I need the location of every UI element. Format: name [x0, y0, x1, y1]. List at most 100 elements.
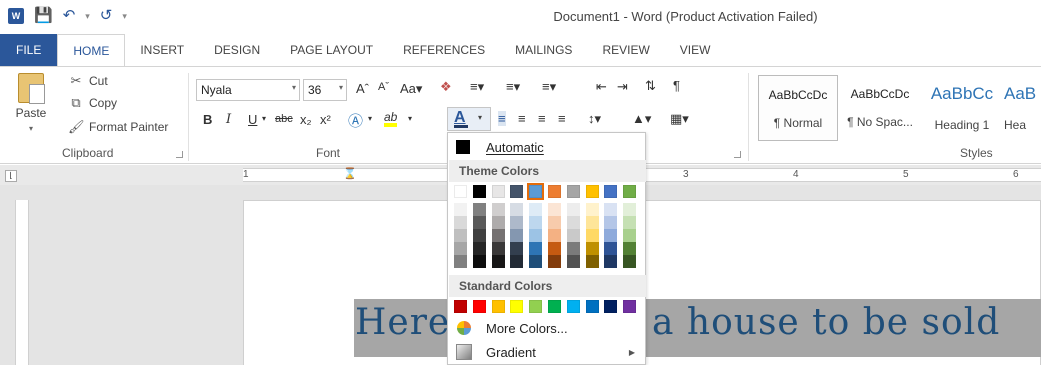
align-center-icon[interactable]: ≡	[518, 111, 526, 126]
tab-page-layout[interactable]: PAGE LAYOUT	[275, 34, 388, 66]
theme-shade-swatch[interactable]	[623, 229, 637, 242]
cut-button[interactable]: ✂ Cut	[68, 73, 108, 89]
sort-icon[interactable]: ⇅	[645, 78, 656, 94]
theme-shade-swatch[interactable]	[548, 229, 561, 242]
tab-review[interactable]: REVIEW	[587, 34, 664, 66]
standard-color-swatch[interactable]	[491, 300, 505, 313]
standard-color-swatch[interactable]	[585, 300, 599, 313]
theme-shade-swatch[interactable]	[472, 216, 486, 229]
standard-color-swatch[interactable]	[548, 300, 561, 313]
theme-shade-swatch[interactable]	[623, 203, 637, 216]
theme-shade-swatch[interactable]	[454, 242, 467, 255]
chevron-down-icon[interactable]: ▾	[29, 124, 33, 133]
theme-color-swatch[interactable]	[491, 185, 505, 198]
clear-formatting-icon[interactable]: ❖	[440, 79, 452, 95]
theme-shade-swatch[interactable]	[491, 255, 505, 268]
theme-shade-swatch[interactable]	[548, 216, 561, 229]
highlight-color-icon[interactable]: ab	[384, 111, 398, 127]
chevron-down-icon[interactable]: ▾	[408, 114, 412, 123]
theme-shade-swatch[interactable]	[604, 242, 618, 255]
strikethrough-icon[interactable]: abc	[275, 113, 293, 125]
theme-shade-swatch[interactable]	[604, 203, 618, 216]
standard-color-swatch[interactable]	[454, 300, 467, 313]
numbering-icon[interactable]: ≡▾	[506, 79, 520, 95]
theme-shade-swatch[interactable]	[454, 255, 467, 268]
theme-color-swatch[interactable]	[527, 183, 545, 200]
theme-shade-swatch[interactable]	[529, 216, 543, 229]
theme-color-swatch[interactable]	[548, 185, 561, 198]
theme-shade-swatch[interactable]	[472, 203, 486, 216]
paste-button[interactable]: Paste ▾	[14, 73, 48, 145]
theme-shade-swatch[interactable]	[491, 203, 505, 216]
standard-color-swatch[interactable]	[566, 300, 580, 313]
theme-shade-swatch[interactable]	[566, 255, 580, 268]
tab-mailings[interactable]: MAILINGS	[500, 34, 587, 66]
theme-shade-swatch[interactable]	[566, 203, 580, 216]
copy-button[interactable]: ⧉ Copy	[68, 95, 117, 111]
text-effects-icon[interactable]: Ⓐ	[348, 110, 363, 131]
gradient-option[interactable]: Gradient ▶	[448, 340, 645, 364]
automatic-color-option[interactable]: Automatic	[448, 135, 645, 159]
standard-color-swatch[interactable]	[604, 300, 618, 313]
font-name-select[interactable]: Nyala ▾	[196, 79, 300, 101]
theme-shade-swatch[interactable]	[548, 203, 561, 216]
theme-shade-swatch[interactable]	[585, 229, 599, 242]
font-size-select[interactable]: 36 ▾	[303, 79, 347, 101]
theme-shade-swatch[interactable]	[585, 216, 599, 229]
format-painter-button[interactable]: 🖌 Format Painter	[68, 119, 168, 135]
theme-shade-swatch[interactable]	[529, 242, 543, 255]
theme-shade-swatch[interactable]	[472, 242, 486, 255]
tab-home[interactable]: HOME	[57, 34, 126, 67]
standard-color-swatch[interactable]	[623, 300, 637, 313]
style-heading-2[interactable]: AaB Hea	[1004, 75, 1041, 141]
theme-shade-swatch[interactable]	[548, 242, 561, 255]
theme-shade-swatch[interactable]	[510, 203, 524, 216]
theme-shade-swatch[interactable]	[491, 229, 505, 242]
tab-view[interactable]: VIEW	[665, 34, 726, 66]
document-text-right[interactable]: a house to be sold	[652, 302, 1000, 343]
subscript-icon[interactable]: x₂	[300, 112, 312, 127]
theme-shade-swatch[interactable]	[510, 229, 524, 242]
shading-icon[interactable]: ▲▾	[632, 111, 651, 127]
theme-shade-swatch[interactable]	[510, 242, 524, 255]
clipboard-launcher-icon[interactable]	[176, 151, 183, 158]
theme-shade-swatch[interactable]	[585, 242, 599, 255]
theme-shade-swatch[interactable]	[604, 229, 618, 242]
theme-shade-swatch[interactable]	[510, 216, 524, 229]
theme-shade-swatch[interactable]	[510, 255, 524, 268]
theme-shade-swatch[interactable]	[548, 255, 561, 268]
document-text-left[interactable]: Here	[355, 302, 450, 343]
more-colors-option[interactable]: More Colors...	[448, 316, 645, 340]
theme-color-swatch[interactable]	[566, 185, 580, 198]
standard-color-swatch[interactable]	[529, 300, 543, 313]
justify-icon[interactable]: ≡	[558, 111, 566, 126]
chevron-down-icon[interactable]: ▾	[368, 114, 372, 123]
theme-color-swatch[interactable]	[623, 185, 637, 198]
theme-color-swatch[interactable]	[510, 185, 524, 198]
theme-shade-swatch[interactable]	[566, 229, 580, 242]
theme-shade-swatch[interactable]	[623, 216, 637, 229]
theme-shade-swatch[interactable]	[529, 229, 543, 242]
theme-shade-swatch[interactable]	[472, 229, 486, 242]
pilcrow-icon[interactable]: ¶	[673, 78, 680, 93]
theme-color-swatch[interactable]	[472, 185, 486, 198]
style-heading-1[interactable]: AaBbCc Heading 1	[922, 75, 1002, 141]
standard-color-swatch[interactable]	[472, 300, 486, 313]
theme-shade-swatch[interactable]	[454, 229, 467, 242]
grow-font-icon[interactable]: Aˆ	[356, 81, 369, 96]
theme-shade-swatch[interactable]	[454, 203, 467, 216]
change-case-icon[interactable]: Aa▾	[400, 81, 422, 97]
tab-selector-icon[interactable]: ⌊	[5, 170, 17, 182]
theme-shade-swatch[interactable]	[454, 216, 467, 229]
increase-indent-icon[interactable]: ⇥	[617, 79, 628, 95]
theme-shade-swatch[interactable]	[604, 216, 618, 229]
style-no-spacing[interactable]: AaBbCcDc ¶ No Spac...	[840, 75, 920, 141]
align-right-icon[interactable]: ≡	[538, 111, 546, 126]
shrink-font-icon[interactable]: Aˇ	[378, 81, 389, 93]
theme-shade-swatch[interactable]	[585, 255, 599, 268]
theme-color-swatch[interactable]	[585, 185, 599, 198]
theme-shade-swatch[interactable]	[472, 255, 486, 268]
style-normal[interactable]: AaBbCcDc ¶ Normal	[758, 75, 838, 141]
theme-shade-swatch[interactable]	[491, 242, 505, 255]
theme-shade-swatch[interactable]	[623, 242, 637, 255]
